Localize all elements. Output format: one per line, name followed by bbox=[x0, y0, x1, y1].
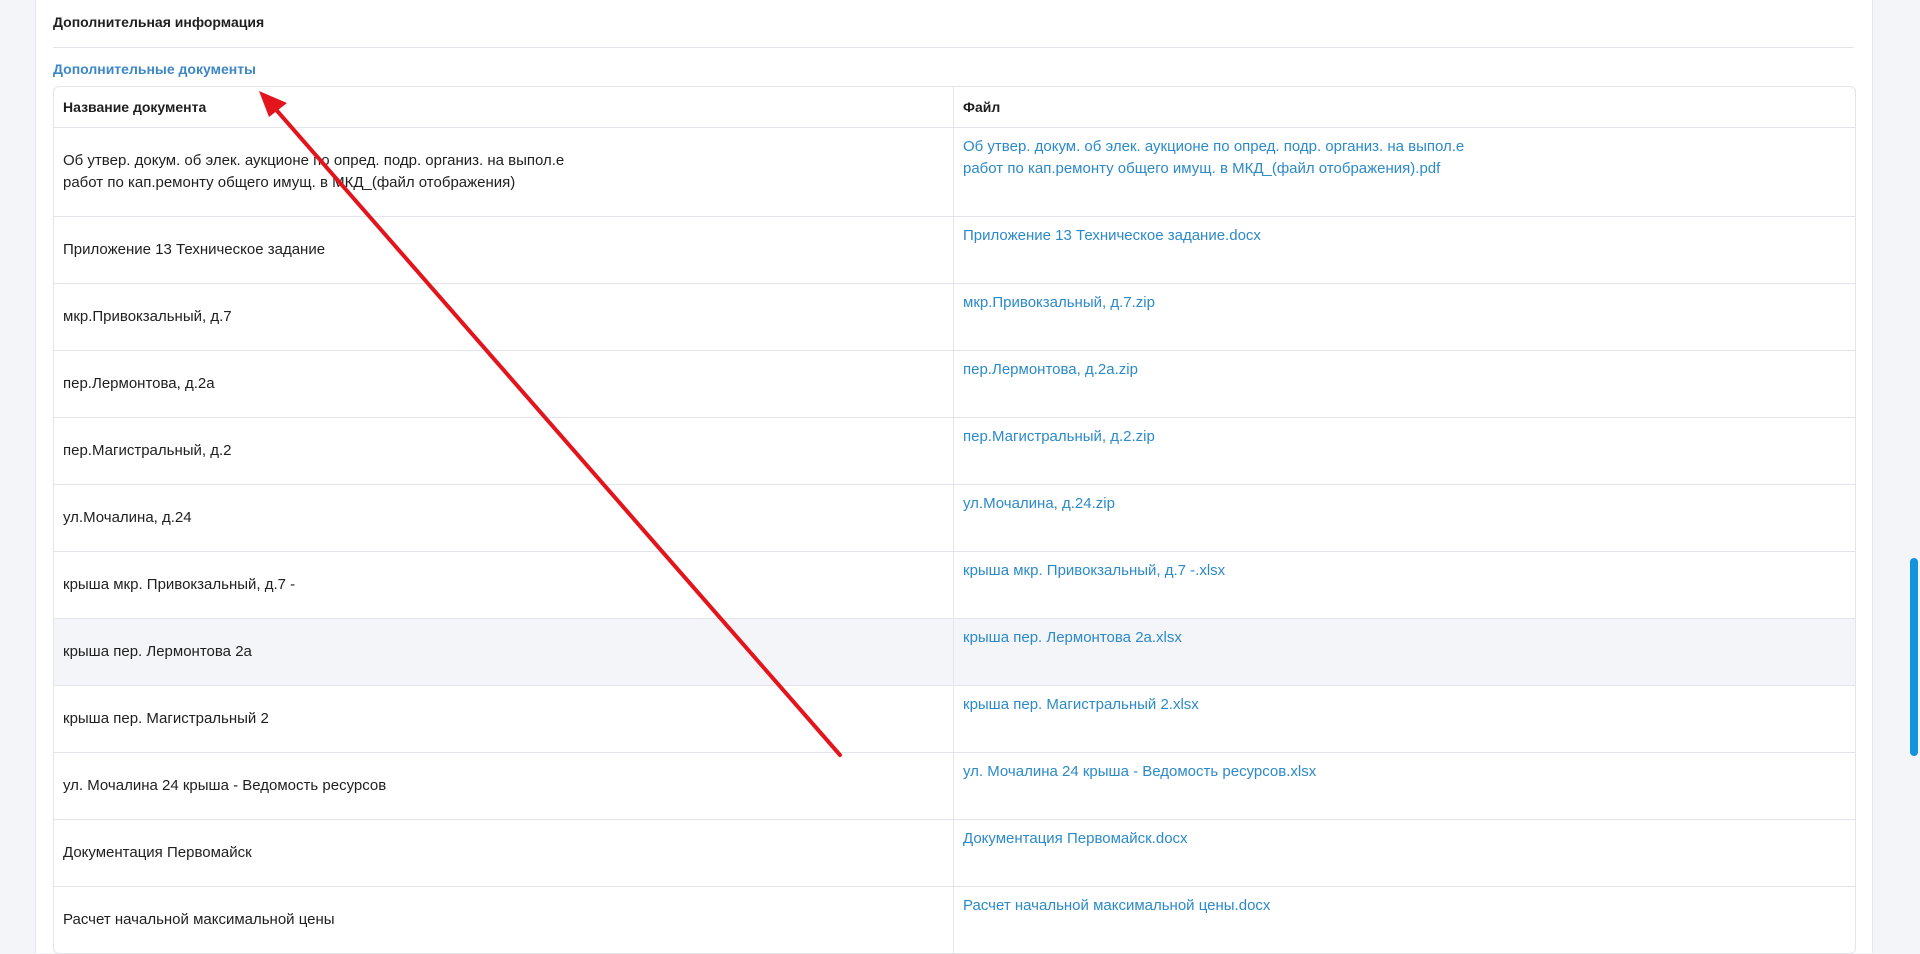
document-file-cell: Об утвер. докум. об элек. аукционе по оп… bbox=[954, 128, 1855, 216]
table-row: пер.Лермонтова, д.2а пер.Лермонтова, д.2… bbox=[54, 350, 1855, 417]
additional-info-card: Дополнительная информация Дополнительные… bbox=[35, 0, 1873, 954]
document-file-link[interactable]: крыша пер. Магистральный 2.xlsx bbox=[963, 696, 1199, 713]
document-name-cell: Об утвер. докум. об элек. аукционе по оп… bbox=[54, 128, 954, 216]
document-name-cell: крыша мкр. Привокзальный, д.7 - bbox=[54, 552, 954, 618]
scrollbar-thumb[interactable] bbox=[1910, 558, 1918, 756]
table-row: крыша пер. Магистральный 2 крыша пер. Ма… bbox=[54, 685, 1855, 752]
document-file-cell: мкр.Привокзальный, д.7.zip bbox=[954, 284, 1855, 350]
additional-documents-title[interactable]: Дополнительные документы bbox=[53, 61, 256, 77]
section-divider bbox=[53, 47, 1854, 48]
document-file-cell: крыша мкр. Привокзальный, д.7 -.xlsx bbox=[954, 552, 1855, 618]
page-scrollbar[interactable] bbox=[1906, 0, 1920, 953]
document-file-cell: пер.Лермонтова, д.2а.zip bbox=[954, 351, 1855, 417]
table-row: Приложение 13 Техническое задание Прилож… bbox=[54, 216, 1855, 283]
document-name-cell: ул. Мочалина 24 крыша - Ведомость ресурс… bbox=[54, 753, 954, 819]
table-row: ул. Мочалина 24 крыша - Ведомость ресурс… bbox=[54, 752, 1855, 819]
document-file-cell: пер.Магистральный, д.2.zip bbox=[954, 418, 1855, 484]
document-file-link[interactable]: Расчет начальной максимальной цены.docx bbox=[963, 897, 1270, 914]
table-row: пер.Магистральный, д.2 пер.Магистральный… bbox=[54, 417, 1855, 484]
table-row: крыша мкр. Привокзальный, д.7 - крыша мк… bbox=[54, 551, 1855, 618]
document-file-link[interactable]: ул. Мочалина 24 крыша - Ведомость ресурс… bbox=[963, 763, 1316, 780]
document-file-cell: Расчет начальной максимальной цены.docx bbox=[954, 887, 1855, 953]
table-header-row: Название документа Файл bbox=[54, 87, 1855, 127]
document-file-link[interactable]: Документация Первомайск.docx bbox=[963, 830, 1188, 847]
document-file-cell: Документация Первомайск.docx bbox=[954, 820, 1855, 886]
document-file-link[interactable]: ул.Мочалина, д.24.zip bbox=[963, 495, 1115, 512]
file-link-line[interactable]: работ по кап.ремонту общего имущ. в МКД_… bbox=[963, 160, 1440, 177]
table-row: мкр.Привокзальный, д.7 мкр.Привокзальный… bbox=[54, 283, 1855, 350]
document-file-cell: Приложение 13 Техническое задание.docx bbox=[954, 217, 1855, 283]
document-file-link[interactable]: Приложение 13 Техническое задание.docx bbox=[963, 227, 1261, 244]
document-name-cell: Расчет начальной максимальной цены bbox=[54, 887, 954, 953]
document-file-cell: ул. Мочалина 24 крыша - Ведомость ресурс… bbox=[954, 753, 1855, 819]
document-name-cell: крыша пер. Лермонтова 2а bbox=[54, 619, 954, 685]
document-name-cell: Приложение 13 Техническое задание bbox=[54, 217, 954, 283]
column-header-file: Файл bbox=[963, 99, 1001, 115]
document-name-cell: Документация Первомайск bbox=[54, 820, 954, 886]
table-row: Расчет начальной максимальной цены Расче… bbox=[54, 886, 1855, 953]
table-row: Документация Первомайск Документация Пер… bbox=[54, 819, 1855, 886]
table-row-hovered: крыша пер. Лермонтова 2а крыша пер. Лерм… bbox=[54, 618, 1855, 685]
document-name-cell: крыша пер. Магистральный 2 bbox=[54, 686, 954, 752]
document-file-link[interactable]: Об утвер. докум. об элек. аукционе по оп… bbox=[963, 138, 1464, 177]
document-file-cell: крыша пер. Магистральный 2.xlsx bbox=[954, 686, 1855, 752]
document-file-link[interactable]: пер.Лермонтова, д.2а.zip bbox=[963, 361, 1138, 378]
document-name-cell: мкр.Привокзальный, д.7 bbox=[54, 284, 954, 350]
document-file-link[interactable]: пер.Магистральный, д.2.zip bbox=[963, 428, 1155, 445]
document-file-cell: ул.Мочалина, д.24.zip bbox=[954, 485, 1855, 551]
table-row: Об утвер. докум. об элек. аукционе по оп… bbox=[54, 127, 1855, 216]
document-file-link[interactable]: мкр.Привокзальный, д.7.zip bbox=[963, 294, 1155, 311]
section-title: Дополнительная информация bbox=[53, 14, 265, 30]
document-file-link[interactable]: крыша пер. Лермонтова 2а.xlsx bbox=[963, 629, 1182, 646]
document-file-cell: крыша пер. Лермонтова 2а.xlsx bbox=[954, 619, 1855, 685]
table-row: ул.Мочалина, д.24 ул.Мочалина, д.24.zip bbox=[54, 484, 1855, 551]
document-name-cell: ул.Мочалина, д.24 bbox=[54, 485, 954, 551]
column-header-name: Название документа bbox=[54, 87, 954, 127]
documents-table: Название документа Файл Об утвер. докум.… bbox=[53, 86, 1856, 954]
document-name-line: работ по кап.ремонту общего имущ. в МКД_… bbox=[63, 174, 516, 191]
document-name-cell: пер.Лермонтова, д.2а bbox=[54, 351, 954, 417]
document-name-cell: пер.Магистральный, д.2 bbox=[54, 418, 954, 484]
file-link-line[interactable]: Об утвер. докум. об элек. аукционе по оп… bbox=[963, 138, 1464, 155]
document-name-line: Об утвер. докум. об элек. аукционе по оп… bbox=[63, 152, 565, 169]
document-file-link[interactable]: крыша мкр. Привокзальный, д.7 -.xlsx bbox=[963, 562, 1225, 579]
